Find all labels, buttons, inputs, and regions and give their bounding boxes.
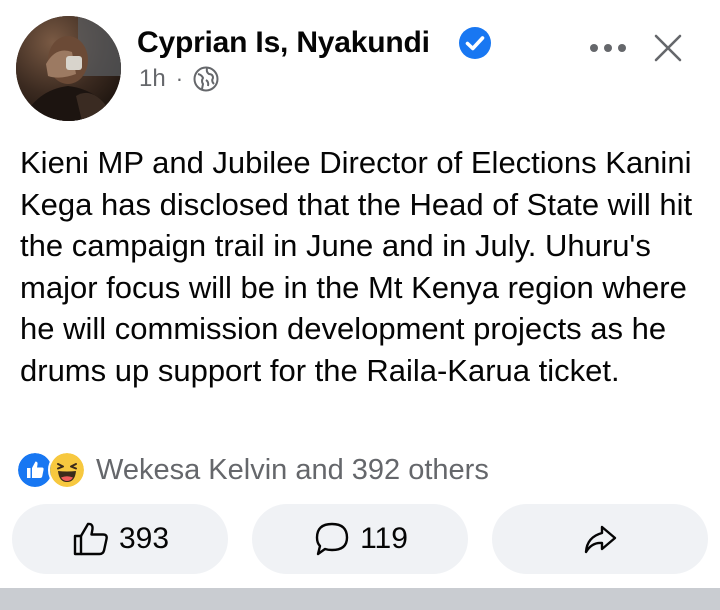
more-options-icon[interactable]	[586, 32, 630, 62]
comment-button[interactable]: 119	[252, 504, 468, 574]
globe-icon[interactable]	[193, 66, 219, 92]
post-body-text: Kieni MP and Jubilee Director of Electio…	[20, 145, 693, 388]
post-card: Cyprian Is, Nyakundi 1h · Kieni MP and J…	[0, 0, 720, 610]
like-count: 393	[118, 522, 170, 555]
meta-separator: ·	[175, 66, 184, 91]
reactions-summary-text: Wekesa Kelvin and 392 others	[96, 453, 489, 486]
share-button[interactable]	[492, 504, 708, 574]
avatar-photo	[16, 16, 121, 121]
comment-count: 119	[360, 522, 408, 555]
like-button[interactable]: 393	[12, 504, 228, 574]
share-icon	[584, 525, 617, 554]
verified-badge-icon	[459, 27, 491, 59]
post-time[interactable]: 1h	[139, 65, 166, 93]
feed-divider	[0, 588, 720, 610]
close-icon[interactable]	[650, 30, 686, 66]
author-name[interactable]: Cyprian Is, Nyakundi	[137, 26, 430, 60]
comment-icon	[315, 522, 349, 556]
haha-reaction-icon	[48, 451, 86, 489]
post-meta: 1h ·	[139, 64, 219, 94]
reactions-summary[interactable]: Wekesa Kelvin and 392 others	[16, 450, 489, 490]
thumbs-up-icon	[73, 522, 108, 556]
author-avatar[interactable]	[16, 16, 121, 121]
